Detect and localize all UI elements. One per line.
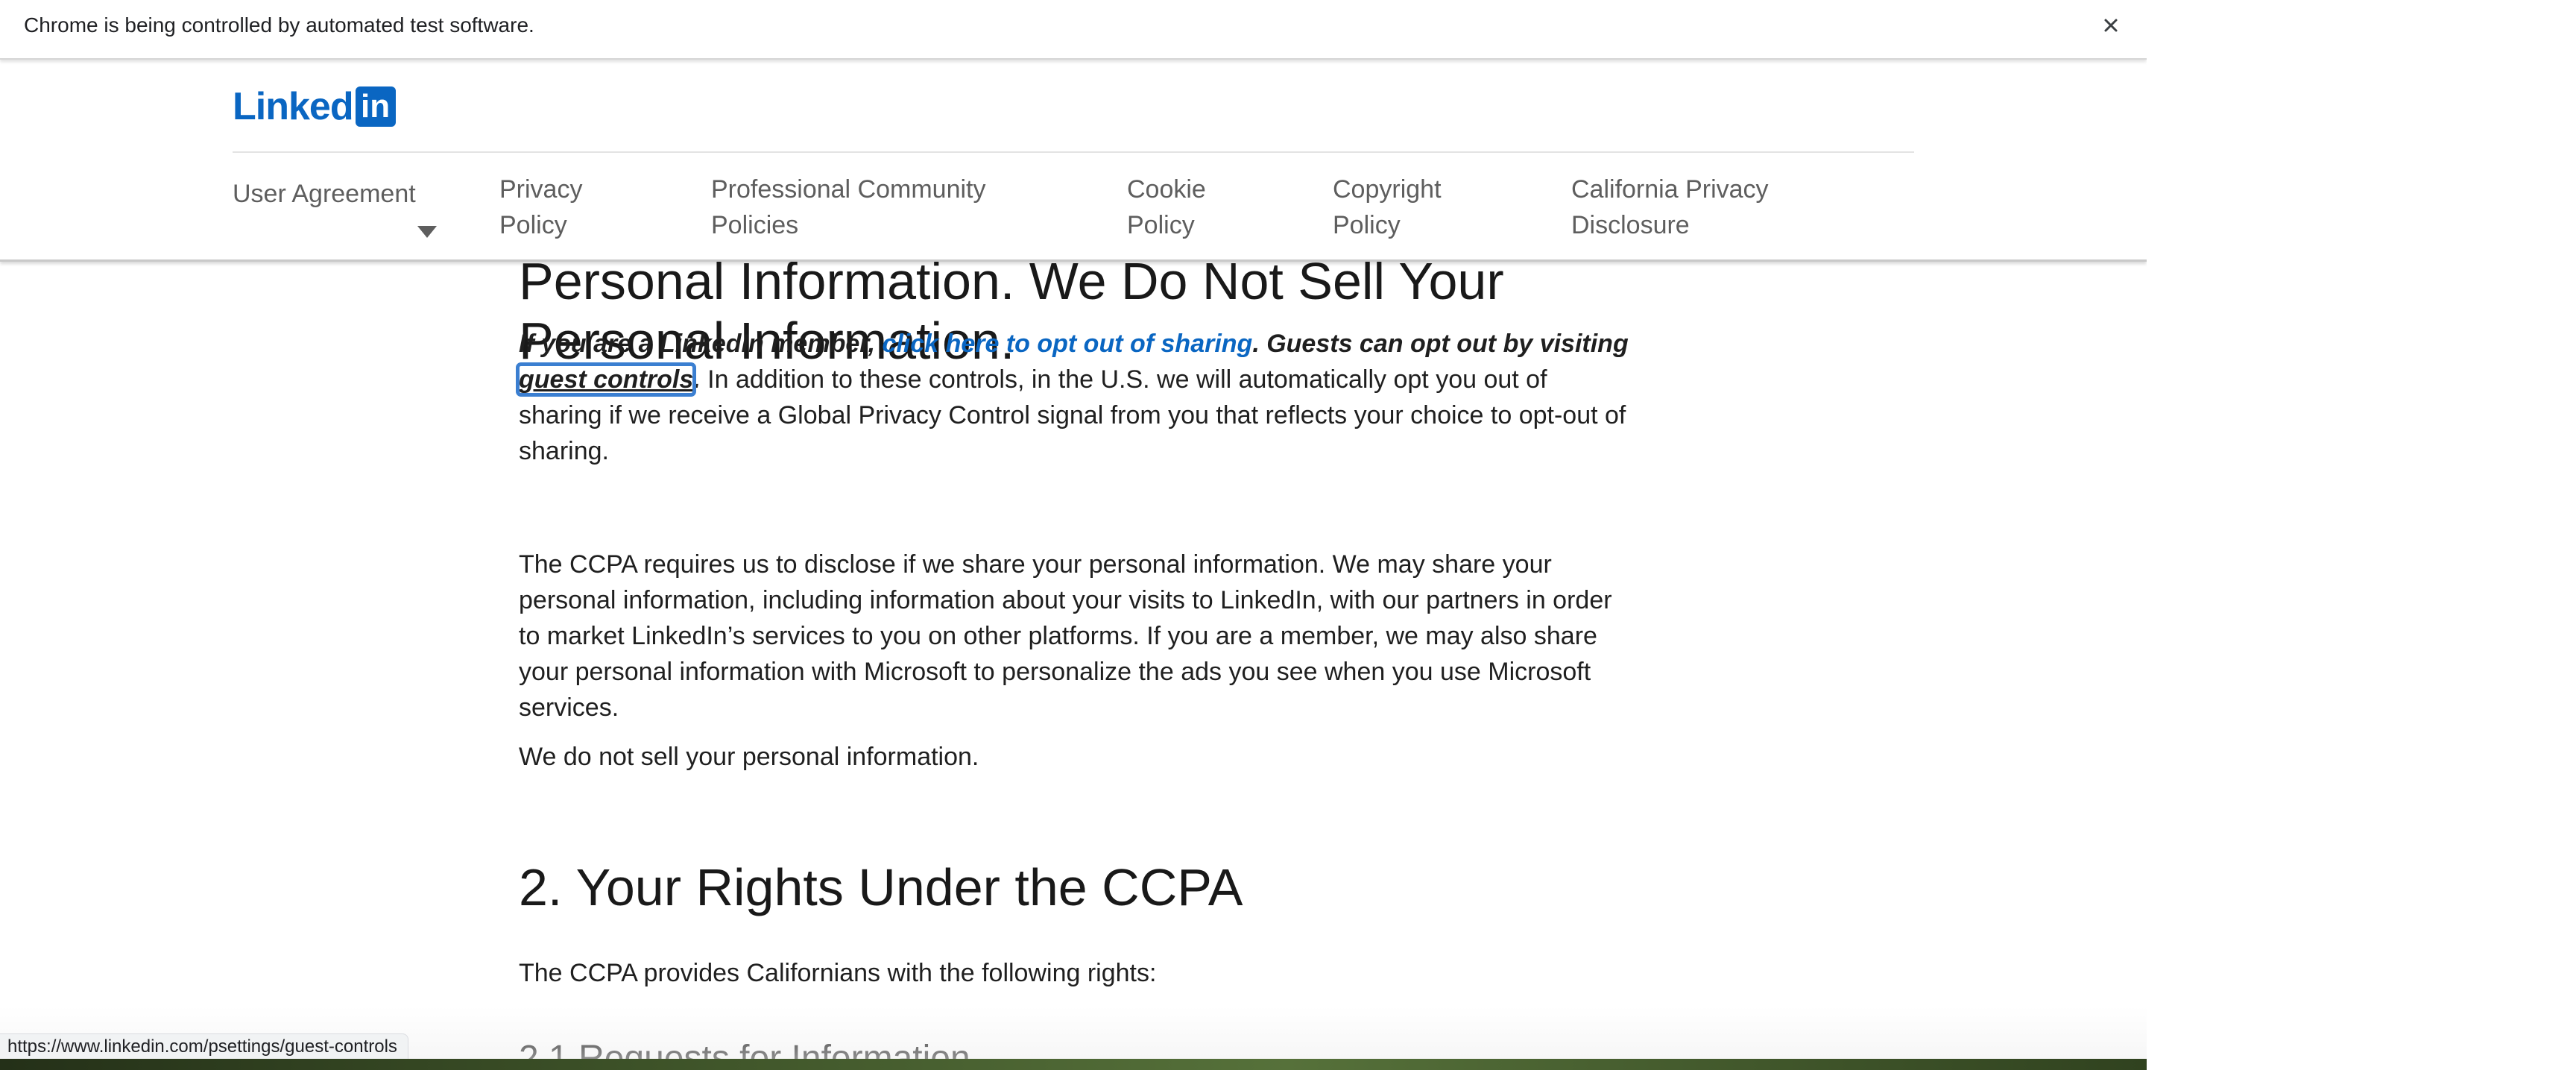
section-2-heading: 2. Your Rights Under the CCPA [519,858,1243,916]
nav-california-privacy[interactable]: California Privacy Disclosure [1571,171,1769,243]
guests-opt-out-text: . Guests can opt out by visiting [1252,330,1629,358]
site-header: Linked in User Agreement Privacy Policy … [0,60,2147,262]
close-icon[interactable] [2096,10,2126,40]
guest-link-period: . [693,365,701,394]
member-lead-text: If you are a LinkedIn member, [519,330,883,358]
opt-out-sharing-link[interactable]: click here to opt out of sharing [883,330,1253,358]
logo-wordmark: Linked [233,85,354,128]
nav-cookie-policy-line2: Policy [1127,211,1195,239]
dropdown-caret-icon[interactable] [417,226,437,238]
nav-community-policies-line1: Professional Community [711,175,986,204]
nav-community-policies[interactable]: Professional Community Policies [711,171,985,243]
nav-cookie-policy[interactable]: Cookie Policy [1127,171,1206,243]
ccpa-sharing-paragraph: The CCPA requires us to disclose if we s… [519,550,1612,722]
no-sell-paragraph: We do not sell your personal information… [519,743,979,771]
nav-privacy-policy-line2: Policy [499,211,567,239]
nav-community-policies-line2: Policies [711,211,799,239]
ccpa-rights-intro: The CCPA provides Californians with the … [519,959,1157,987]
nav-california-privacy-line2: Disclosure [1571,211,1690,239]
close-x-glyph [2104,19,2118,32]
automation-infobar: Chrome is being controlled by automated … [0,0,2147,60]
outside-browser-area [2147,0,2576,1070]
opt-out-paragraph: If you are a LinkedIn member, click here… [515,326,1637,469]
nav-copyright-policy[interactable]: Copyright Policy [1333,171,1442,243]
section-2-1-heading: 2.1 Requests for Information [519,1039,970,1059]
logo-in-box: in [355,86,396,127]
link-status-bubble: https://www.linkedin.com/psettings/guest… [0,1033,408,1059]
nav-copyright-policy-line1: Copyright [1333,175,1442,204]
guest-controls-link[interactable]: guest controls [515,362,697,397]
nav-privacy-policy[interactable]: Privacy Policy [499,171,582,243]
nav-cookie-policy-line1: Cookie [1127,175,1206,204]
nav-user-agreement[interactable]: User Agreement [233,176,416,212]
nav-copyright-policy-line2: Policy [1333,211,1401,239]
nav-privacy-policy-line1: Privacy [499,175,583,204]
header-divider [233,151,1914,153]
automation-notice-text: Chrome is being controlled by automated … [24,13,534,37]
browser-viewport: 1. You Can Opt Out of Our Sharing Your P… [0,0,2147,1059]
linkedin-logo[interactable]: Linked in [233,86,396,127]
nav-california-privacy-line1: California Privacy [1571,175,1769,204]
desktop-background-strip [0,1059,2147,1070]
